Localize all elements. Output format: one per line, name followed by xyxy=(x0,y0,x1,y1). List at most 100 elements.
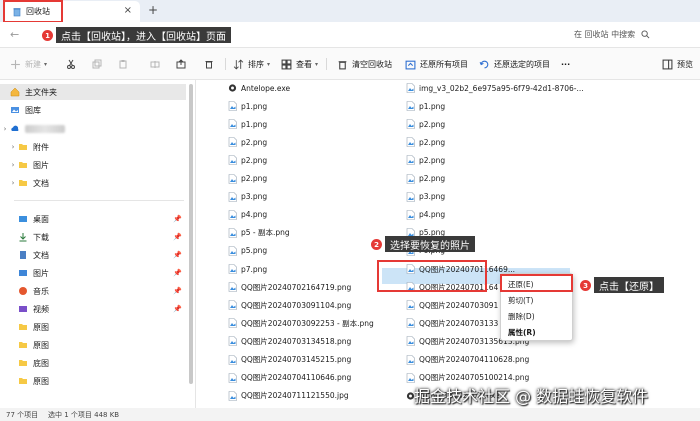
image-file-icon xyxy=(228,336,237,347)
restore-all-button[interactable]: 还原所有项目 xyxy=(405,57,468,71)
file-item[interactable]: p2.png xyxy=(228,172,267,186)
more-options-button[interactable]: ··· xyxy=(561,57,570,71)
pin-icon[interactable]: 📌 xyxy=(173,215,182,223)
share-icon[interactable] xyxy=(176,57,186,71)
file-item[interactable]: QQ图片20240703134518.png xyxy=(228,334,351,348)
file-item[interactable]: QQ图片20240703091 xyxy=(406,298,498,312)
sidebar-item-music[interactable]: 音乐 📌 xyxy=(0,283,186,299)
file-item[interactable]: p5 - 副本.png xyxy=(228,226,290,240)
pin-icon[interactable]: 📌 xyxy=(173,269,182,277)
folder-icon xyxy=(19,324,27,330)
sidebar-item-folder[interactable]: › 图片 xyxy=(0,157,186,173)
sidebar-label: 文档 xyxy=(33,178,49,188)
new-button[interactable]: 新建 ▾ xyxy=(10,57,47,71)
toolbar-separator xyxy=(225,58,226,70)
command-bar: 新建 ▾ 排序 ▾ 查看 ▾ 清空回收站 还原所有项目 还原选定的项目 ··· 预览 xyxy=(0,48,700,80)
sort-button[interactable]: 排序 ▾ xyxy=(233,57,270,71)
menu-item-delete[interactable]: 删除(D) xyxy=(508,309,535,323)
pin-icon[interactable]: 📌 xyxy=(173,305,182,313)
preview-label: 预览 xyxy=(677,59,693,69)
file-item[interactable]: p2.png xyxy=(228,153,267,167)
file-item[interactable]: p4.png xyxy=(228,208,267,222)
file-name: QQ图片20240702164719.png xyxy=(241,282,352,292)
file-item[interactable]: p2.png xyxy=(406,135,445,149)
sidebar-item-desktop[interactable]: 桌面 📌 xyxy=(0,211,186,227)
sidebar-item-folder[interactable]: 底图 xyxy=(0,355,186,371)
file-name: QQ图片20240704110628.png xyxy=(419,355,530,364)
sidebar-item-documents[interactable]: 文档 📌 xyxy=(0,247,186,263)
file-item[interactable]: QQ图片20240704110628.png xyxy=(406,353,529,367)
sidebar-item-home[interactable]: 主文件夹 xyxy=(0,84,186,100)
file-item[interactable]: p2.png xyxy=(406,153,445,167)
file-item[interactable]: QQ图片20240711121550.jpg xyxy=(228,389,349,403)
file-item[interactable]: QQ图片20240703133 xyxy=(406,316,498,330)
file-item[interactable]: p1.png xyxy=(228,99,267,113)
sidebar-item-pictures[interactable]: 图片 📌 xyxy=(0,265,186,281)
file-name: p2.png xyxy=(241,137,268,147)
file-name: p5.png xyxy=(241,246,268,256)
pictures-icon xyxy=(19,270,27,276)
sidebar-item-downloads[interactable]: 下载 📌 xyxy=(0,229,186,245)
view-button[interactable]: 查看 ▾ xyxy=(281,57,318,71)
preview-button[interactable]: 预览 xyxy=(662,57,693,71)
file-item[interactable]: QQ图片20240704110646.png xyxy=(228,371,351,385)
restore-selected-button[interactable]: 还原选定的项目 xyxy=(479,57,550,71)
file-item[interactable]: p2.png xyxy=(406,117,445,131)
file-item[interactable]: p3.png xyxy=(228,190,267,204)
file-item[interactable]: p1.png xyxy=(228,117,267,131)
file-name: p3.png xyxy=(419,192,446,202)
file-name: p4.png xyxy=(241,210,268,220)
back-arrow-icon[interactable]: ← xyxy=(10,28,19,41)
pin-icon[interactable]: 📌 xyxy=(173,251,182,259)
restore-all-icon xyxy=(405,60,416,69)
menu-item-properties[interactable]: 属性(R) xyxy=(508,325,536,339)
image-file-icon xyxy=(406,155,415,166)
preview-pane-icon xyxy=(662,59,673,69)
file-item[interactable]: Antelope.exe xyxy=(228,81,290,95)
file-item[interactable]: img_v3_02b2_6e975a95-6f79-42d1-8706-... xyxy=(406,81,584,95)
pin-icon[interactable]: 📌 xyxy=(173,233,182,241)
image-file-icon xyxy=(228,282,237,292)
pin-icon[interactable]: 📌 xyxy=(173,287,182,295)
sidebar-divider xyxy=(14,200,184,201)
sidebar-item-videos[interactable]: 视频 📌 xyxy=(0,301,186,317)
file-name: p2.png xyxy=(419,174,446,183)
file-item[interactable]: p4.png xyxy=(406,208,445,222)
sidebar-item-folder[interactable]: › 附件 xyxy=(0,139,186,155)
sidebar-item-cloud[interactable]: › xyxy=(0,121,186,137)
file-item[interactable]: QQ图片20240702164719.png xyxy=(228,280,351,294)
file-item[interactable]: p2.png xyxy=(406,172,445,186)
search-input[interactable]: 在 回收站 中搜索 xyxy=(574,26,694,42)
delete-icon[interactable] xyxy=(204,57,214,71)
sidebar-item-folder[interactable]: 原图 xyxy=(0,373,186,389)
sidebar-item-gallery[interactable]: 图库 xyxy=(0,102,186,118)
file-item[interactable]: QQ图片20240703091104.png xyxy=(228,298,351,312)
copy-icon[interactable] xyxy=(92,57,102,71)
image-file-icon xyxy=(228,191,237,202)
file-item[interactable]: p7.png xyxy=(228,262,267,276)
menu-item-cut[interactable]: 剪切(T) xyxy=(508,293,533,307)
file-item[interactable]: p3.png xyxy=(406,190,445,204)
image-file-icon xyxy=(406,372,415,383)
folder-icon xyxy=(19,378,27,384)
file-item[interactable]: p5.png xyxy=(228,244,267,258)
file-name: QQ图片20240703091104.png xyxy=(241,300,352,310)
sidebar-scrollbar[interactable] xyxy=(189,84,193,384)
new-tab-button[interactable]: + xyxy=(148,3,158,17)
selection-info: 选中 1 个项目 448 KB xyxy=(48,411,120,419)
paste-icon[interactable] xyxy=(118,57,128,71)
sidebar-item-folder[interactable]: › 文档 xyxy=(0,175,186,191)
cut-icon[interactable] xyxy=(66,57,76,71)
file-item[interactable]: QQ图片20240703145215.png xyxy=(228,353,351,367)
sidebar-label: 底图 xyxy=(33,358,49,368)
rename-icon[interactable] xyxy=(150,57,160,71)
empty-recycle-bin-button[interactable]: 清空回收站 xyxy=(337,57,392,71)
file-item[interactable]: p2.png xyxy=(228,135,267,149)
file-item[interactable]: p1.png xyxy=(406,99,445,113)
sidebar-item-folder[interactable]: 原图 xyxy=(0,337,186,353)
sort-label: 排序 xyxy=(248,59,264,69)
sidebar-item-folder[interactable]: 原图 xyxy=(0,319,186,335)
close-tab-icon[interactable]: × xyxy=(124,5,132,16)
file-item[interactable]: QQ图片20240703092253 - 副本.png xyxy=(228,316,374,330)
image-file-icon xyxy=(228,101,237,111)
